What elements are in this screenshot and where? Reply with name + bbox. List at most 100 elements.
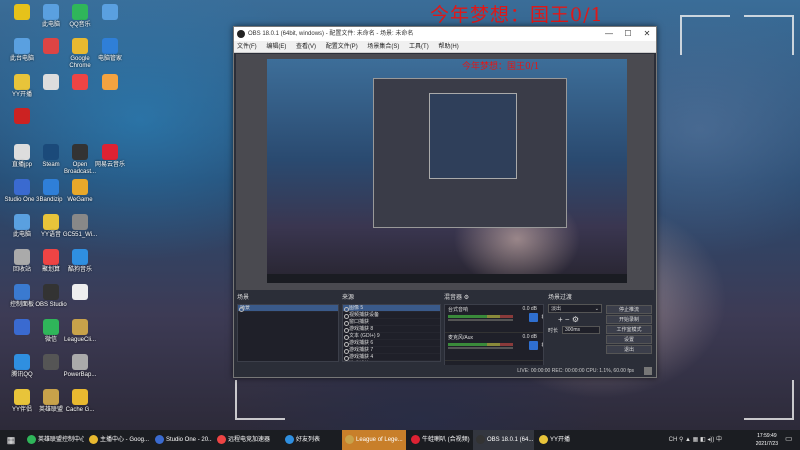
studio-mode-button[interactable]: 工作室模式 (606, 325, 652, 334)
menu-tools[interactable]: 工具(T) (409, 44, 429, 50)
desktop-icon-label: 网易云音乐 (94, 162, 125, 168)
scenes-list[interactable]: 场景 (237, 304, 339, 362)
taskbar-item-label: 好友列表 (296, 437, 321, 443)
app-icon (285, 435, 294, 444)
volume-meter (448, 343, 513, 346)
volume-slider[interactable] (448, 347, 513, 349)
duration-label: 时长 (548, 328, 559, 334)
desktop-icon-label: LeagueCli... (63, 337, 97, 343)
app-icon (539, 435, 548, 444)
taskbar-item-label: OBS 18.0.1 (64... (487, 437, 534, 443)
desktop-icon[interactable] (92, 74, 128, 92)
exit-button[interactable]: 退出 (606, 345, 652, 354)
taskbar-item[interactable]: 远程电竞加速器 (214, 430, 280, 450)
gear-icon[interactable]: ⚙ (572, 315, 579, 324)
taskbar-item[interactable]: League of Lege... (342, 430, 406, 450)
gear-icon[interactable]: ⚙ (464, 295, 469, 301)
obs-window-title: OBS 18.0.1 (64bit, windows) - 配置文件: 未命名 … (248, 31, 414, 37)
clock[interactable]: 17:59:49 2021/7/23 (756, 432, 778, 448)
taskbar-item[interactable]: 好友列表 (282, 430, 340, 450)
taskbar-item-label: 主播中心 - Goog... (100, 437, 150, 443)
menu-profile[interactable]: 配置文件(P) (326, 44, 358, 50)
source-item[interactable]: 游戏捕获 4 (343, 354, 440, 361)
sources-list[interactable]: 图像 5 视频捕获设备 窗口捕获 游戏捕获 8 文本 (GDI+) 9 游戏捕获 6 游戏捕… (342, 304, 441, 362)
desktop-icon[interactable] (4, 108, 40, 126)
start-recording-button[interactable]: 开始录制 (606, 315, 652, 324)
app-icon (72, 144, 88, 160)
source-item[interactable]: 视频捕获设备 (343, 312, 440, 319)
add-icon[interactable]: + (558, 315, 563, 324)
settings-button[interactable]: 设置 (606, 335, 652, 344)
close-button[interactable]: ✕ (638, 27, 656, 41)
desktop-icon[interactable]: 酷狗音乐 (62, 249, 98, 274)
taskbar-item[interactable]: Studio One - 20... (152, 430, 212, 450)
desktop-icon-label: 酷狗音乐 (67, 267, 92, 273)
source-item[interactable]: 窗口捕获 (343, 319, 440, 326)
desktop-icon[interactable]: Cache G... (62, 389, 98, 414)
desktop-icon[interactable]: GC551_Wi... (62, 214, 98, 239)
taskbar-item[interactable]: YY开播 (536, 430, 588, 450)
obs-window[interactable]: OBS 18.0.1 (64bit, windows) - 配置文件: 未命名 … (233, 26, 657, 378)
maximize-button[interactable]: ☐ (619, 27, 637, 41)
source-item[interactable]: 游戏捕获 5 (343, 361, 440, 362)
duration-input[interactable]: 300ms (562, 326, 600, 334)
status-text: LIVE: 00:00:00 REC: 00:00:00 CPU: 1.1%, … (517, 368, 634, 374)
app-icon (43, 144, 59, 160)
speaker-icon[interactable] (529, 341, 538, 350)
taskbar-item[interactable]: 英雄联盟控制中心 (24, 430, 84, 450)
gear-icon[interactable]: ⚙ (541, 313, 543, 322)
desktop-icon-label: Bandizip (39, 197, 63, 203)
scene-item[interactable]: 场景 (238, 305, 338, 312)
source-item[interactable]: 游戏捕获 7 (343, 347, 440, 354)
sources-title: 来源 (342, 295, 355, 301)
app-icon (43, 4, 59, 20)
menu-edit[interactable]: 编辑(E) (266, 44, 286, 50)
taskbar-item[interactable]: 牛蛙喇叭 (合视频) (408, 430, 471, 450)
gear-icon[interactable]: ⚙ (541, 341, 543, 350)
desktop-icon[interactable] (62, 284, 98, 302)
desktop-icon[interactable]: 电脑管家 (92, 38, 128, 63)
desktop-icon[interactable]: LeagueCli... (62, 319, 98, 344)
transition-tools: + − ⚙ (558, 315, 579, 324)
source-item[interactable]: 图像 5 (343, 305, 440, 312)
start-button[interactable]: ▦ (0, 430, 22, 450)
menu-view[interactable]: 查看(V) (296, 44, 316, 50)
desktop-icon[interactable]: PowerBap... (62, 354, 98, 379)
mixer-dock: 混音器 ⚙ 台式音响 0.0 dB ⚙ 麦克风/Aux 0.0 dB (444, 293, 544, 375)
menu-file[interactable]: 文件(F) (237, 44, 257, 50)
preview-area[interactable]: 今年梦想：国王0/1 (236, 54, 654, 290)
app-icon (14, 354, 30, 370)
desktop-icon-label: YY语音 (40, 232, 61, 238)
remove-icon[interactable]: − (565, 315, 570, 324)
source-item[interactable]: 游戏捕获 6 (343, 340, 440, 347)
transition-select[interactable]: 淡出 ⌄ (548, 304, 602, 313)
app-icon (14, 108, 30, 124)
volume-slider[interactable] (448, 319, 513, 321)
transitions-dock: 场景过渡 淡出 ⌄ + − ⚙ 时长 300ms (548, 293, 602, 375)
source-item[interactable]: 文本 (GDI+) 9 (343, 333, 440, 340)
channel-name: 台式音响 (448, 307, 469, 313)
desktop-icon[interactable]: 网易云音乐 (92, 144, 128, 169)
obs-titlebar[interactable]: OBS 18.0.1 (64bit, windows) - 配置文件: 未命名 … (234, 27, 656, 41)
notification-icon[interactable]: ▭ (785, 434, 797, 446)
status-indicator (644, 367, 652, 375)
menu-help[interactable]: 帮助(H) (438, 44, 458, 50)
desktop-icon[interactable]: WeGame (62, 179, 98, 204)
taskbar-item[interactable]: 主播中心 - Goog... (86, 430, 150, 450)
source-item[interactable]: 游戏捕获 8 (343, 326, 440, 333)
taskbar-item[interactable]: OBS 18.0.1 (64... (473, 430, 534, 450)
menu-scene-collection[interactable]: 场景集合(S) (367, 44, 399, 50)
preview-canvas[interactable]: 今年梦想：国王0/1 (267, 59, 627, 283)
app-icon (102, 38, 118, 54)
desktop-icon[interactable] (92, 4, 128, 22)
app-icon (14, 214, 30, 230)
desktop-icon-label: Google Chrome (69, 56, 91, 69)
stop-streaming-button[interactable]: 停止推流 (606, 305, 652, 314)
app-icon (102, 144, 118, 160)
app-icon (345, 435, 354, 444)
nested-preview (429, 93, 517, 179)
app-icon (14, 144, 30, 160)
speaker-icon[interactable] (529, 313, 538, 322)
system-tray[interactable]: CH ⚲ ▲ ▦ ◧ ◂)) 中 (669, 430, 722, 450)
minimize-button[interactable]: — (600, 27, 618, 41)
